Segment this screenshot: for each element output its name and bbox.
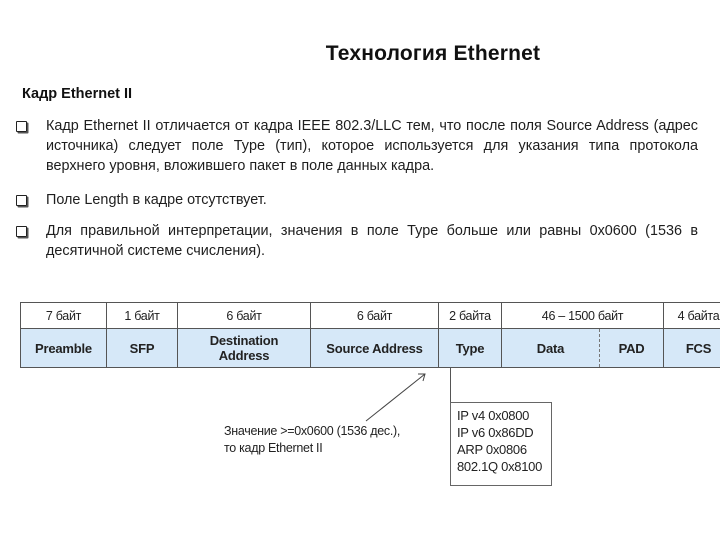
field-preamble: Preamble [20, 328, 107, 368]
size-source-address: 6 байт [310, 302, 439, 329]
size-type: 2 байта [438, 302, 502, 329]
type-value: 802.1Q 0x8100 [457, 459, 543, 474]
type-value: IP v4 0x0800 [457, 408, 530, 423]
type-connector-line [450, 368, 451, 402]
section-subtitle: Кадр Ethernet II [22, 86, 133, 102]
field-sfp: SFP [106, 328, 178, 368]
slide-title: Технология Ethernet [325, 42, 541, 65]
type-value: IP v6 0x86DD [457, 425, 534, 440]
bullet-text: Для правильной интерпретации, значения в… [46, 223, 698, 259]
field-type: Type [438, 328, 502, 368]
size-sfp: 1 байт [106, 302, 178, 329]
bullet-text: Кадр Ethernet II отличается от кадра IEE… [46, 118, 698, 174]
field-size-row: 7 байт 1 байт 6 байт 6 байт 2 байта 46 –… [20, 302, 720, 329]
checkbox-square-icon [16, 121, 27, 132]
bullet-item: Кадр Ethernet II отличается от кадра IEE… [14, 116, 698, 176]
checkbox-square-icon [16, 226, 27, 237]
ethernet-frame-table: 7 байт 1 байт 6 байт 6 байт 2 байта 46 –… [20, 302, 720, 368]
field-source-address: Source Address [310, 328, 439, 368]
note-line-1: Значение >=0x0600 (1536 дес.), [224, 424, 401, 438]
field-data: Data [501, 328, 600, 368]
size-preamble: 7 байт [20, 302, 107, 329]
bullet-item: Поле Length в кадре отсутствует. [14, 190, 698, 210]
type-values-box: IP v4 0x0800 IP v6 0x86DD ARP 0x0806 802… [450, 402, 552, 486]
bullet-item: Для правильной интерпретации, значения в… [14, 221, 698, 261]
size-destination-address: 6 байт [177, 302, 311, 329]
checkbox-square-icon [16, 195, 27, 206]
field-fcs: FCS [663, 328, 720, 368]
field-destination-address: Destination Address [177, 328, 311, 368]
size-fcs: 4 байта [663, 302, 720, 329]
size-data-pad: 46 – 1500 байт [500, 302, 665, 329]
field-pad: PAD [598, 328, 665, 368]
ethernet-ii-note: Значение >=0x0600 (1536 дес.), то кадр E… [224, 423, 400, 457]
type-value: ARP 0x0806 [457, 442, 527, 457]
note-line-2: то кадр Ethernet II [224, 441, 323, 455]
bullet-text: Поле Length в кадре отсутствует. [46, 192, 267, 208]
bullet-list: Кадр Ethernet II отличается от кадра IEE… [14, 116, 698, 275]
field-name-row: Preamble SFP Destination Address Source … [20, 328, 720, 368]
